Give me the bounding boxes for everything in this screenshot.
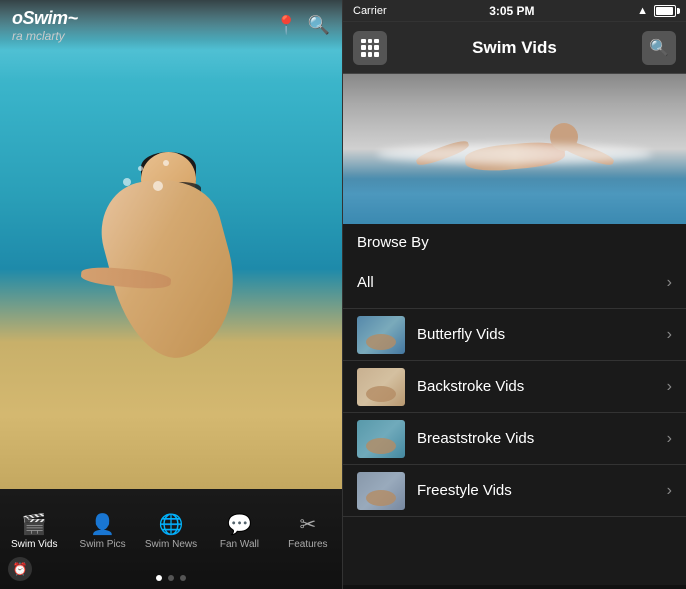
chevron-right-icon: › xyxy=(667,482,672,500)
dot-2 xyxy=(168,575,174,581)
fan-wall-label: Fan Wall xyxy=(220,539,259,550)
browse-breaststroke-item[interactable]: Breaststroke Vids › xyxy=(343,413,686,465)
nav-items-row: 🎬 Swim Vids 👤 Swim Pics 🌐 Swim News 💬 Fa… xyxy=(0,489,342,575)
butterfly-thumb xyxy=(357,316,405,354)
all-label: All xyxy=(357,274,655,291)
search-icon[interactable]: 🔍 xyxy=(308,15,330,36)
chevron-right-icon: › xyxy=(667,378,672,396)
backstroke-thumb xyxy=(357,368,405,406)
chevron-right-icon: › xyxy=(667,274,672,292)
bubble xyxy=(138,166,143,171)
hero-image: oSwim~ ra mclarty 📍 🔍 xyxy=(0,0,342,489)
water-splash xyxy=(343,174,686,224)
fan-wall-icon: 💬 xyxy=(227,515,252,535)
swimmer-figure xyxy=(91,167,251,367)
bottom-nav: 🎬 Swim Vids 👤 Swim Pics 🌐 Swim News 💬 Fa… xyxy=(0,489,342,589)
battery-icon xyxy=(654,5,676,17)
nav-dots xyxy=(0,575,342,589)
grid-icon xyxy=(361,39,379,57)
nav-item-features[interactable]: ✂ Features xyxy=(274,507,342,558)
header-icons: 📍 🔍 xyxy=(275,15,330,36)
dot-1 xyxy=(156,575,162,581)
nav-item-fan-wall[interactable]: 💬 Fan Wall xyxy=(205,507,273,558)
bubble xyxy=(153,181,163,191)
splash-effect xyxy=(377,144,651,164)
bubble xyxy=(163,160,169,166)
dot-3 xyxy=(180,575,186,581)
browse-section: Browse By All › Butterfly Vids › Backstr… xyxy=(343,224,686,585)
search-icon: 🔍 xyxy=(649,38,669,58)
bubble xyxy=(123,178,131,186)
features-icon: ✂ xyxy=(299,515,316,535)
chevron-right-icon: › xyxy=(667,430,672,448)
swim-vids-icon: 🎬 xyxy=(22,515,47,535)
backstroke-thumb-bg xyxy=(357,368,405,406)
butterfly-thumb-bg xyxy=(357,316,405,354)
status-bar: Carrier 3:05 PM ▲ xyxy=(343,0,686,22)
freestyle-mini-figure xyxy=(366,490,396,506)
chevron-right-icon: › xyxy=(667,326,672,344)
breaststroke-thumb-bg xyxy=(357,420,405,458)
bottom-hint xyxy=(343,585,686,589)
swim-vids-label: Swim Vids xyxy=(11,539,58,550)
search-button[interactable]: 🔍 xyxy=(642,31,676,65)
nav-item-swim-pics[interactable]: 👤 Swim Pics xyxy=(68,507,136,558)
swim-news-label: Swim News xyxy=(145,539,197,550)
video-background xyxy=(343,74,686,224)
backstroke-mini-figure xyxy=(366,386,396,402)
battery-fill xyxy=(656,7,673,15)
backstroke-vids-label: Backstroke Vids xyxy=(417,378,655,395)
breaststroke-vids-label: Breaststroke Vids xyxy=(417,430,655,447)
freestyle-thumb-bg xyxy=(357,472,405,510)
browse-freestyle-item[interactable]: Freestyle Vids › xyxy=(343,465,686,517)
breaststroke-mini-figure xyxy=(366,438,396,454)
nav-item-swim-vids[interactable]: 🎬 Swim Vids xyxy=(0,507,68,558)
browse-by-header: Browse By xyxy=(343,224,686,257)
page-title: Swim Vids xyxy=(397,38,632,58)
grid-button[interactable] xyxy=(353,31,387,65)
carrier-label: Carrier xyxy=(353,5,387,17)
browse-butterfly-item[interactable]: Butterfly Vids › xyxy=(343,309,686,361)
app-logo: oSwim~ ra mclarty xyxy=(12,8,78,43)
butterfly-mini-figure xyxy=(366,334,396,350)
breaststroke-thumb xyxy=(357,420,405,458)
status-indicators: ▲ xyxy=(637,5,676,17)
swim-news-icon: 🌐 xyxy=(159,515,184,535)
browse-backstroke-item[interactable]: Backstroke Vids › xyxy=(343,361,686,413)
status-time: 3:05 PM xyxy=(489,4,534,18)
browse-all-item[interactable]: All › xyxy=(343,257,686,309)
nav-item-swim-news[interactable]: 🌐 Swim News xyxy=(137,507,205,558)
bubbles xyxy=(103,136,183,196)
logo-title: oSwim~ xyxy=(12,8,78,29)
freestyle-vids-label: Freestyle Vids xyxy=(417,482,655,499)
wifi-icon: ▲ xyxy=(637,5,648,17)
right-app-header: Swim Vids 🔍 xyxy=(343,22,686,74)
location-icon[interactable]: 📍 xyxy=(275,15,297,36)
left-panel: oSwim~ ra mclarty 📍 🔍 🎬 Swim Vids 👤 Swim… xyxy=(0,0,343,589)
logo-subtitle: ra mclarty xyxy=(12,29,78,43)
swim-pics-label: Swim Pics xyxy=(80,539,126,550)
freestyle-thumb xyxy=(357,472,405,510)
swim-pics-icon: 👤 xyxy=(90,515,115,535)
clock-badge[interactable]: ⏰ xyxy=(8,557,32,581)
right-panel: Carrier 3:05 PM ▲ Swim Vids 🔍 xyxy=(343,0,686,589)
butterfly-vids-label: Butterfly Vids xyxy=(417,326,655,343)
video-preview[interactable] xyxy=(343,74,686,224)
left-header: oSwim~ ra mclarty 📍 🔍 xyxy=(0,0,342,50)
features-label: Features xyxy=(288,539,327,550)
